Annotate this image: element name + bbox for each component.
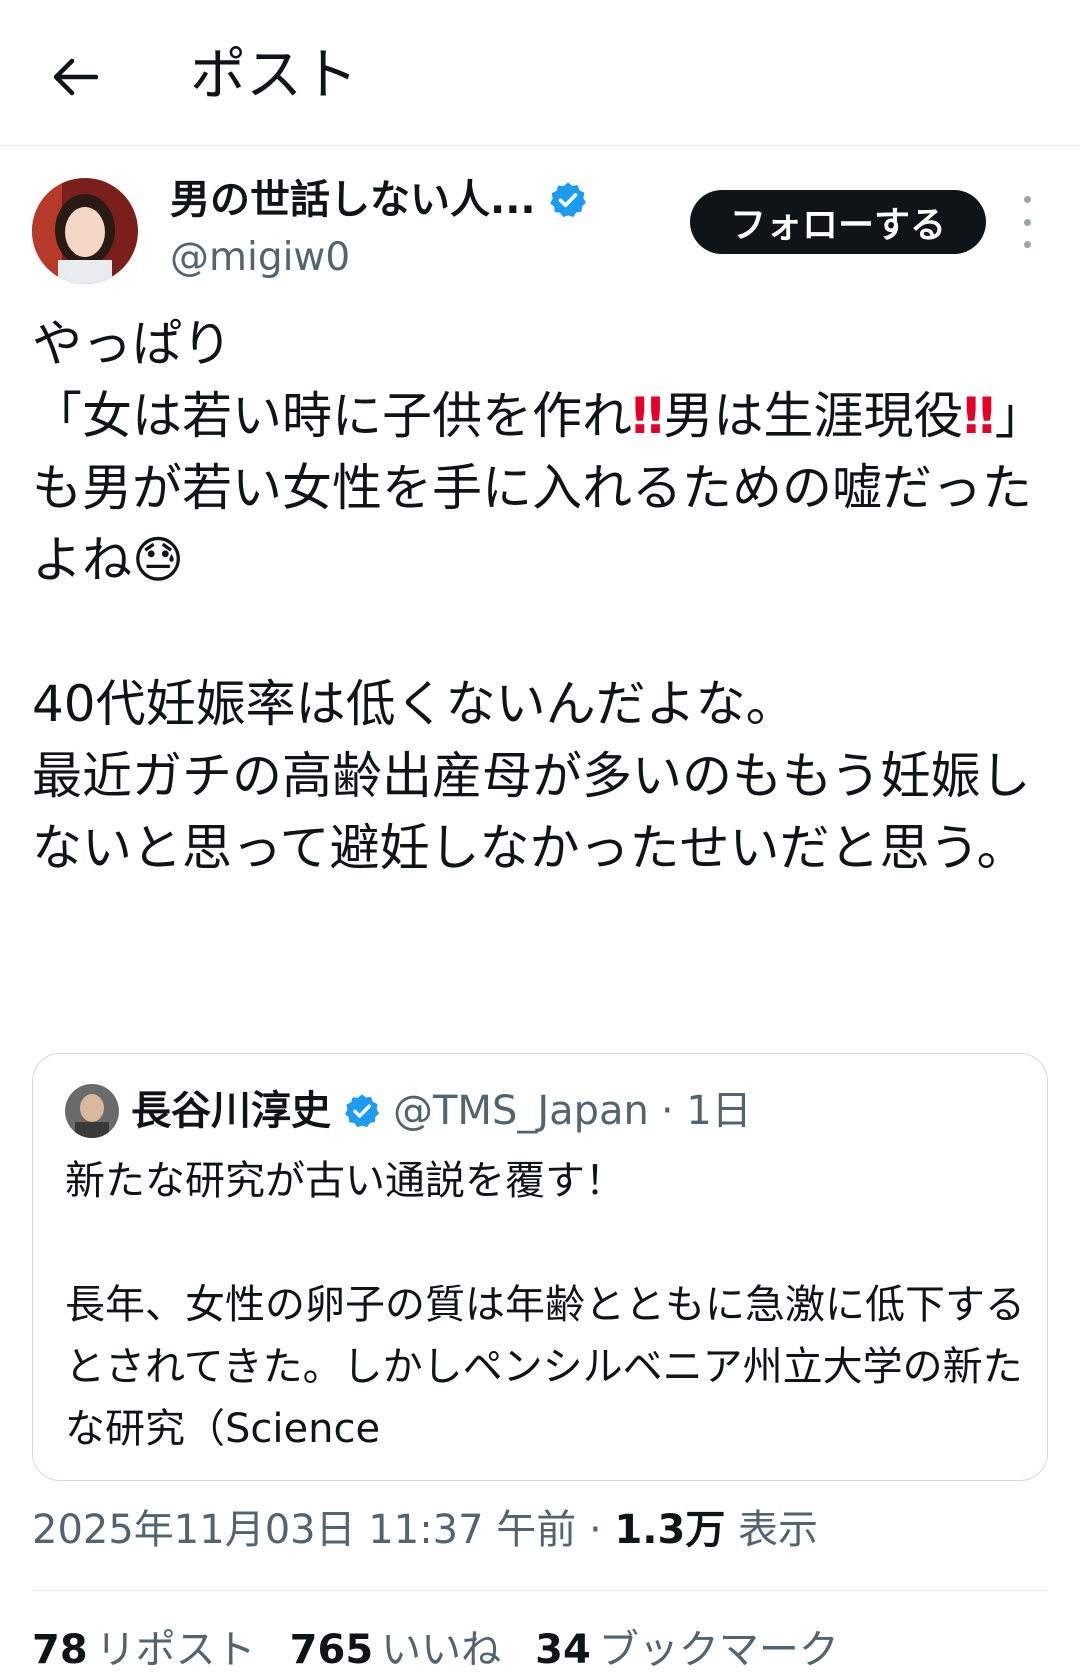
double-exclamation-icon: ‼ <box>632 387 664 445</box>
bookmarks-stat[interactable]: 34 ブックマーク <box>535 1622 839 1678</box>
quoted-author-avatar <box>65 1084 119 1138</box>
author-name-text: 男の世話しない人... <box>170 177 536 223</box>
more-options-icon[interactable] <box>1012 196 1042 248</box>
sweat-emoji-icon: 😓 <box>132 531 185 589</box>
verified-badge-icon <box>345 1094 380 1128</box>
view-label: 表示 <box>738 1507 819 1553</box>
reposts-stat[interactable]: 78 リポスト <box>32 1622 256 1678</box>
likes-stat[interactable]: 765 いいね <box>290 1622 502 1678</box>
quoted-post-time: · 1日 <box>660 1088 752 1134</box>
double-exclamation-icon: ‼ <box>963 387 995 445</box>
post-datetime[interactable]: 2025年11月03日 11:37 午前 <box>32 1507 576 1553</box>
page-title: ポスト <box>190 43 358 108</box>
quoted-author-handle: @TMS_Japan <box>393 1088 649 1134</box>
quoted-post-text: 新たな研究が古い通説を覆す！ 長年、女性の卵子の質は年齢とともに急激に低下すると… <box>65 1158 1025 1452</box>
post-timestamp: 2025年11月03日 11:37 午前 · 1.3万 表示 <box>32 1507 819 1553</box>
divider <box>32 1590 1048 1591</box>
quoted-post-header: 長谷川淳史 @TMS_Japan · 1日 <box>65 1084 752 1138</box>
tweet-text: やっぱり 「女は若い時に子供を作れ‼男は生涯現役‼」 も男が若い女性を手に入れる… <box>32 315 1045 877</box>
engagement-stats: 78 リポスト 765 いいね 34 ブックマーク <box>32 1622 839 1678</box>
author-name[interactable]: 男の世話しない人... <box>170 172 588 228</box>
top-bar: ポスト <box>0 0 1080 146</box>
quoted-author-name: 長谷川淳史 <box>131 1088 331 1134</box>
arrow-left-icon <box>53 58 98 96</box>
author-avatar[interactable] <box>32 178 138 284</box>
author-handle[interactable]: @migiw0 <box>170 232 350 284</box>
verified-badge-icon <box>549 182 586 218</box>
back-button[interactable] <box>40 42 110 112</box>
view-count: 1.3万 <box>614 1507 726 1553</box>
quoted-post[interactable]: 長谷川淳史 @TMS_Japan · 1日 新たな研究が古い通説を覆す！ 長年、… <box>32 1053 1048 1481</box>
follow-button[interactable]: フォローする <box>690 190 986 254</box>
